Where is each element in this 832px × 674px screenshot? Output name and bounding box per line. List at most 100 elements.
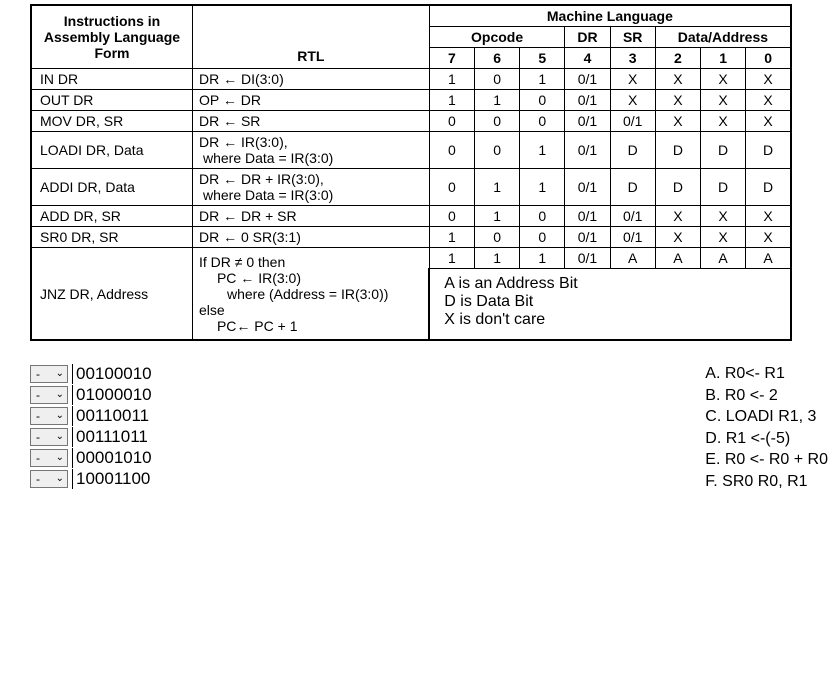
hdr-dr: DR (565, 27, 610, 48)
row-addi: ADDI DR, Data DR ← DR + IR(3:0), where D… (31, 169, 791, 206)
match-dropdown[interactable]: - ⌄ (30, 449, 68, 467)
match-codes: - ⌄ 00100010 - ⌄ 01000010 - ⌄ 00110011 -… (30, 363, 152, 493)
chevron-down-icon: ⌄ (56, 432, 64, 442)
cell-rtl: DR ← SR (192, 111, 429, 132)
cell-bit: 0 (429, 206, 474, 227)
cell-bit: 0 (429, 111, 474, 132)
cell-bit: X (701, 90, 746, 111)
code-text: 10001100 (72, 469, 150, 489)
cell-bit: 0/1 (565, 69, 610, 90)
answer-c: C. LOADI R1, 3 (705, 406, 828, 428)
answer-d: D. R1 <-(-5) (705, 428, 828, 450)
code-row: - ⌄ 01000010 (30, 384, 152, 405)
isa-table: Instructions in Assembly Language Form R… (30, 4, 792, 341)
chevron-down-icon: ⌄ (56, 411, 64, 421)
cell-bit: 1 (520, 132, 565, 169)
cell-bit: D (701, 169, 746, 206)
match-dropdown[interactable]: - ⌄ (30, 386, 68, 404)
cell-rtl: DR ← DI(3:0) (192, 69, 429, 90)
row-mov: MOV DR, SR DR ← SR 0 0 0 0/1 0/1 X X X (31, 111, 791, 132)
row-sr0: SR0 DR, SR DR ← 0 SR(3:1) 1 0 0 0/1 0/1 … (31, 227, 791, 248)
cell-bit: D (655, 132, 700, 169)
cell-bit: 0 (520, 111, 565, 132)
cell-bit: A (746, 248, 791, 269)
chevron-down-icon: ⌄ (56, 453, 64, 463)
cell-rtl: DR ← 0 SR(3:1) (192, 227, 429, 248)
cell-bit: X (746, 69, 791, 90)
cell-bit: X (655, 90, 700, 111)
cell-bit: X (655, 111, 700, 132)
hdr-bit1: 1 (701, 48, 746, 69)
match-dropdown[interactable]: - ⌄ (30, 365, 68, 383)
hdr-bit3: 3 (610, 48, 655, 69)
dropdown-value: - (36, 388, 40, 402)
answer-b: B. R0 <- 2 (705, 385, 828, 407)
row-loadi: LOADI DR, Data DR ← IR(3:0), where Data … (31, 132, 791, 169)
hdr-bit7: 7 (429, 48, 474, 69)
cell-bit: D (746, 169, 791, 206)
cell-bit: X (655, 206, 700, 227)
match-dropdown[interactable]: - ⌄ (30, 428, 68, 446)
cell-bit: 0 (474, 227, 519, 248)
cell-bit: 0/1 (565, 248, 610, 269)
cell-bit: D (655, 169, 700, 206)
code-text: 00110011 (72, 406, 149, 426)
hdr-ml: Machine Language (429, 5, 791, 27)
rtl-line: DR ← IR(3:0), (199, 134, 288, 150)
cell-rtl: DR ← IR(3:0), where Data = IR(3:0) (192, 132, 429, 169)
rtl-line: else (199, 302, 225, 318)
cell-inst: ADD DR, SR (31, 206, 192, 227)
chevron-down-icon: ⌄ (56, 369, 64, 379)
cell-inst: MOV DR, SR (31, 111, 192, 132)
cell-bit: A (655, 248, 700, 269)
cell-bit: 0 (520, 90, 565, 111)
cell-bit: X (701, 227, 746, 248)
match-dropdown[interactable]: - ⌄ (30, 407, 68, 425)
rtl-line: PC ← IR(3:0) (199, 270, 422, 286)
hdr-rtl: RTL (192, 5, 429, 69)
legend-x: X is don't care (444, 311, 780, 329)
cell-bit: 1 (429, 227, 474, 248)
cell-bit: 0/1 (610, 111, 655, 132)
row-out: OUT DR OP ← DR 1 1 0 0/1 X X X X (31, 90, 791, 111)
dropdown-value: - (36, 367, 40, 381)
code-text: 01000010 (72, 385, 152, 405)
cell-inst: IN DR (31, 69, 192, 90)
cell-bit: 0/1 (565, 90, 610, 111)
cell-bit: 0/1 (565, 227, 610, 248)
cell-bit: D (610, 169, 655, 206)
cell-bit: 1 (474, 169, 519, 206)
cell-bit: 1 (474, 206, 519, 227)
row-jnz: JNZ DR, Address If DR ≠ 0 then PC ← IR(3… (31, 248, 791, 269)
cell-bit: X (655, 69, 700, 90)
cell-rtl: OP ← DR (192, 90, 429, 111)
cell-bit: X (701, 69, 746, 90)
cell-bit: 0/1 (565, 206, 610, 227)
cell-bit: 1 (520, 248, 565, 269)
cell-bit: D (610, 132, 655, 169)
match-dropdown[interactable]: - ⌄ (30, 470, 68, 488)
rtl-line: DR ← DR + IR(3:0), (199, 171, 324, 187)
cell-rtl: If DR ≠ 0 then PC ← IR(3:0) where (Addre… (192, 248, 429, 341)
cell-bit: 1 (429, 90, 474, 111)
rtl-line: If DR ≠ 0 then (199, 254, 285, 270)
answer-f: F. SR0 R0, R1 (705, 471, 828, 493)
rtl-line: PC← PC + 1 (199, 318, 422, 334)
cell-inst: ADDI DR, Data (31, 169, 192, 206)
cell-bit: 0/1 (565, 111, 610, 132)
hdr-bit5: 5 (520, 48, 565, 69)
dropdown-value: - (36, 472, 40, 486)
cell-bit: D (701, 132, 746, 169)
rtl-line: where Data = IR(3:0) (199, 150, 333, 166)
cell-rtl: DR ← DR + IR(3:0), where Data = IR(3:0) (192, 169, 429, 206)
legend-cell: A is an Address Bit D is Data Bit X is d… (429, 269, 791, 341)
cell-bit: 0 (520, 206, 565, 227)
chevron-down-icon: ⌄ (56, 390, 64, 400)
cell-inst: OUT DR (31, 90, 192, 111)
rtl-line: where Data = IR(3:0) (199, 187, 333, 203)
cell-bit: X (701, 111, 746, 132)
cell-bit: X (610, 69, 655, 90)
row-add: ADD DR, SR DR ← DR + SR 0 1 0 0/1 0/1 X … (31, 206, 791, 227)
cell-bit: 0 (429, 132, 474, 169)
answer-a: A. R0<- R1 (705, 363, 828, 385)
